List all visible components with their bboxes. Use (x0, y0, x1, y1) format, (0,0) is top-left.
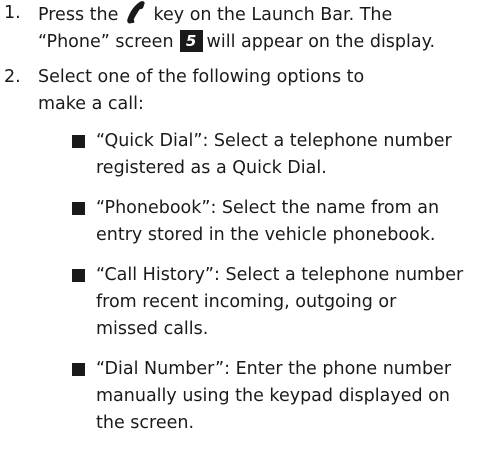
option-line: manually using the keypad displayed on (96, 386, 450, 406)
option-line: missed calls. (96, 319, 209, 339)
step-1: 1. Press the key on the Launch Bar. The … (0, 0, 478, 56)
option-line: registered as a Quick Dial. (96, 158, 327, 178)
call-options-list: “Quick Dial”: Select a telephone number … (38, 128, 474, 437)
step-2: 2. Select one of the following options t… (0, 64, 478, 437)
step-number: 1. (4, 3, 21, 23)
option-line: “Call History”: Select a telephone numbe… (96, 265, 464, 285)
step-1-line-2: “Phone” screen 5 will appear on the displa… (38, 29, 474, 56)
step-1-text-before-icon: Press the (38, 5, 119, 25)
option-line: “Phonebook”: Select the name from an (96, 198, 440, 218)
screen-number-badge: 5 (179, 30, 203, 52)
square-bullet-icon (72, 363, 85, 376)
step-1-line-1: Press the key on the Launch Bar. The (38, 0, 474, 29)
instructions-document: 1. Press the key on the Launch Bar. The … (0, 0, 478, 450)
option-line: entry stored in the vehicle phonebook. (96, 225, 436, 245)
step-2-line: Select one of the following options to (38, 67, 365, 87)
option-line: “Dial Number”: Enter the phone number (96, 359, 452, 379)
option-call-history: “Call History”: Select a telephone numbe… (38, 262, 474, 343)
step-number: 2. (4, 67, 21, 87)
square-bullet-icon (72, 202, 85, 215)
option-quick-dial: “Quick Dial”: Select a telephone number … (38, 128, 474, 182)
square-bullet-icon (72, 269, 85, 282)
option-phonebook: “Phonebook”: Select the name from an ent… (38, 195, 474, 249)
step-1-text-after-badge: will appear on the display. (206, 32, 436, 52)
square-bullet-icon (72, 135, 85, 148)
step-1-text-before-badge: “Phone” screen (38, 32, 174, 52)
option-dial-number: “Dial Number”: Enter the phone number ma… (38, 356, 474, 437)
option-line: from recent incoming, outgoing or (96, 292, 397, 312)
option-line: the screen. (96, 413, 195, 433)
option-line: “Quick Dial”: Select a telephone number (96, 131, 452, 151)
step-2-line: make a call: (38, 94, 144, 114)
phone-handset-icon (127, 1, 145, 24)
step-1-text-after-icon: key on the Launch Bar. The (153, 5, 393, 25)
